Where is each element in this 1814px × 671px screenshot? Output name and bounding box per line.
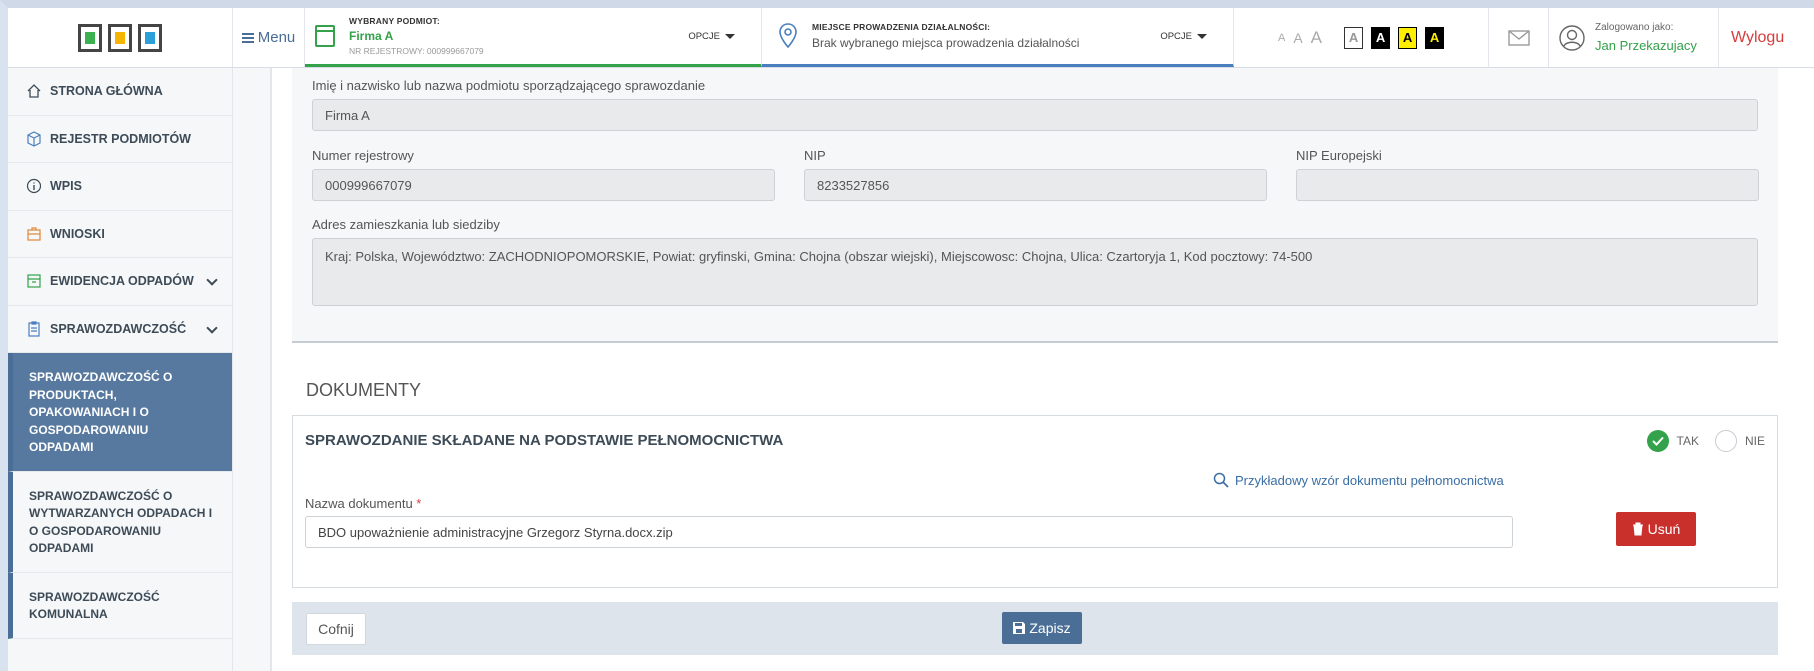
- messages-button[interactable]: [1489, 8, 1549, 67]
- location-heading: MIEJSCE PROWADZENIA DZIAŁALNOŚCI:: [812, 22, 991, 32]
- top-header: Menu WYBRANY PODMIOT: Firma A NR REJESTR…: [8, 8, 1814, 68]
- font-size-medium-button[interactable]: A: [1293, 30, 1302, 46]
- main-content: Imię i nazwisko lub nazwa podmiotu sporz…: [272, 68, 1814, 671]
- power-of-attorney-toggle: TAK NIE: [1646, 430, 1765, 452]
- entity-options-label: OPCJE: [688, 31, 720, 42]
- sidebar-item-label: SPRAWOZDAWCZOŚĆ: [50, 321, 187, 336]
- info-icon: [26, 179, 42, 194]
- yes-label: TAK: [1676, 434, 1699, 448]
- checkmark-icon: [1651, 436, 1664, 446]
- caret-down-icon: [725, 34, 735, 39]
- user-avatar-icon: [1559, 24, 1585, 51]
- reg-number-field[interactable]: 000999667079: [312, 169, 775, 201]
- document-name-field[interactable]: BDO upoważnienie administracyjne Grzegor…: [305, 516, 1513, 548]
- entity-icon: [315, 25, 335, 47]
- sidebar-item-label: WNIOSKI: [50, 226, 105, 241]
- search-icon: [1213, 472, 1229, 488]
- entity-reg-number: NR REJESTROWY: 000999667079: [349, 46, 484, 56]
- sidebar-subitem-komunalna[interactable]: SPRAWOZDAWCZOŚĆ KOMUNALNA: [8, 572, 232, 639]
- example-document-link[interactable]: Przykładowy wzór dokumentu pełnomocnictw…: [1213, 472, 1504, 488]
- contrast-black-white-button[interactable]: A: [1371, 26, 1391, 49]
- font-size-small-button[interactable]: A: [1278, 32, 1285, 44]
- sidebar-subitem-wytwarzane[interactable]: SPRAWOZDAWCZOŚĆ O WYTWARZANYCH ODPADACH …: [8, 471, 232, 573]
- floppy-disk-icon: [1013, 622, 1026, 634]
- contrast-black-yellow-button[interactable]: A: [1425, 26, 1445, 49]
- business-location[interactable]: MIEJSCE PROWADZENIA DZIAŁALNOŚCI: Brak w…: [762, 8, 1234, 67]
- delete-button[interactable]: Usuń: [1616, 512, 1696, 546]
- no-radio[interactable]: [1714, 430, 1737, 452]
- sidebar-item-wnioski[interactable]: WNIOSKI: [8, 211, 232, 258]
- nip-eu-field[interactable]: [1296, 169, 1759, 201]
- document-name-label-text: Nazwa dokumentu: [305, 496, 413, 511]
- envelope-icon: [1507, 29, 1530, 46]
- sidebar-item-home[interactable]: STRONA GŁÓWNA: [8, 68, 232, 116]
- user-name: Jan Przekazujacy: [1595, 38, 1697, 53]
- location-options-label: OPCJE: [1160, 31, 1192, 42]
- address-field[interactable]: Kraj: Polska, Województwo: ZACHODNIOPOMO…: [312, 238, 1758, 306]
- example-document-label: Przykładowy wzór dokumentu pełnomocnictw…: [1235, 472, 1504, 488]
- font-size-large-button[interactable]: A: [1311, 28, 1322, 48]
- reg-number-label: Numer rejestrowy: [312, 148, 414, 163]
- sidebar: STRONA GŁÓWNA REJESTR PODMIOTÓW WPIS WNI…: [8, 68, 233, 671]
- home-icon: [27, 84, 41, 98]
- user-info[interactable]: Zalogowano jako: Jan Przekazujacy: [1549, 8, 1719, 67]
- entity-name-label: Imię i nazwisko lub nazwa podmiotu sporz…: [312, 78, 706, 93]
- accessibility-controls: A A A A A A A: [1234, 8, 1489, 67]
- contrast-yellow-black-button[interactable]: A: [1398, 26, 1418, 49]
- yes-radio[interactable]: [1646, 430, 1669, 452]
- sidebar-item-label: EWIDENCJA ODPADÓW: [50, 274, 194, 289]
- sidebar-item-ewidencja[interactable]: EWIDENCJA ODPADÓW: [8, 258, 232, 306]
- documents-card: SPRAWOZDANIE SKŁADANE NA PODSTAWIE PEŁNO…: [292, 415, 1778, 588]
- caret-down-icon: [1197, 34, 1207, 39]
- entity-heading: WYBRANY PODMIOT:: [349, 16, 440, 26]
- clipboard-icon: [28, 321, 40, 337]
- entity-options-dropdown[interactable]: OPCJE: [688, 31, 735, 42]
- delete-label: Usuń: [1647, 521, 1681, 537]
- user-label: Zalogowano jako:: [1595, 22, 1674, 33]
- documents-title: DOKUMENTY: [306, 380, 422, 400]
- menu-toggle-button[interactable]: Menu: [233, 8, 305, 67]
- chevron-down-icon: [206, 321, 218, 334]
- power-of-attorney-title: SPRAWOZDANIE SKŁADANE NA PODSTAWIE PEŁNO…: [305, 432, 784, 449]
- sidebar-item-register[interactable]: REJESTR PODMIOTÓW: [8, 116, 232, 163]
- selected-entity[interactable]: WYBRANY PODMIOT: Firma A NR REJESTROWY: …: [305, 8, 762, 67]
- contrast-default-button[interactable]: A: [1344, 26, 1364, 49]
- nip-field[interactable]: 8233527856: [804, 169, 1267, 201]
- sidebar-item-wpis[interactable]: WPIS: [8, 163, 232, 211]
- entity-name-field[interactable]: Firma A: [312, 99, 1758, 131]
- location-value: Brak wybranego miejsca prowadzenia dział…: [812, 36, 1080, 50]
- logout-link[interactable]: Wylogu: [1719, 8, 1784, 67]
- sidebar-item-label: STRONA GŁÓWNA: [50, 84, 163, 99]
- bdo-logo: [78, 23, 162, 52]
- cube-icon: [27, 131, 41, 147]
- save-button[interactable]: Zapisz: [1002, 612, 1082, 644]
- sidebar-item-label: REJESTR PODMIOTÓW: [50, 131, 191, 146]
- chevron-down-icon: [206, 274, 218, 286]
- sidebar-item-sprawozdawczosc[interactable]: SPRAWOZDAWCZOŚĆ: [8, 306, 232, 353]
- menu-label: Menu: [257, 29, 296, 46]
- sidebar-item-label: WPIS: [50, 179, 82, 194]
- document-name-label: Nazwa dokumentu *: [305, 496, 421, 511]
- entity-name: Firma A: [349, 29, 394, 43]
- no-label: NIE: [1744, 434, 1765, 448]
- map-pin-icon: [779, 23, 797, 49]
- nip-eu-label: NIP Europejski: [1296, 148, 1382, 163]
- sidebar-gutter: [233, 68, 271, 671]
- save-label: Zapisz: [1029, 620, 1071, 636]
- archive-icon: [27, 274, 41, 288]
- form-actions-bar: Cofnij Zapisz: [292, 602, 1778, 655]
- location-options-dropdown[interactable]: OPCJE: [1160, 31, 1207, 42]
- entity-data-card: Imię i nazwisko lub nazwa podmiotu sporz…: [292, 68, 1778, 343]
- required-marker: *: [416, 496, 422, 511]
- trash-icon: [1632, 522, 1643, 536]
- briefcase-icon: [27, 227, 41, 241]
- hamburger-icon: [241, 31, 254, 45]
- address-label: Adres zamieszkania lub siedziby: [312, 217, 500, 232]
- back-button[interactable]: Cofnij: [306, 613, 366, 645]
- sidebar-subitem-produkty[interactable]: SPRAWOZDAWCZOŚĆ O PRODUKTACH, OPAKOWANIA…: [8, 353, 232, 472]
- nip-label: NIP: [804, 148, 826, 163]
- logo-area[interactable]: [8, 8, 233, 67]
